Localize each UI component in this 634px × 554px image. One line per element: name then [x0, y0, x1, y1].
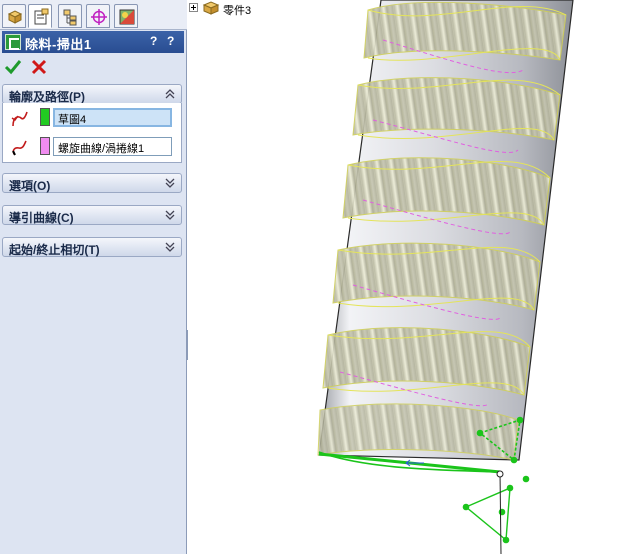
crosshair-icon — [91, 9, 107, 25]
feature-title-bar: 除料-掃出1 ? ? — [2, 31, 184, 53]
profile-path-body: 草圖4 螺旋曲線/渦捲線1 — [2, 103, 182, 163]
group-options-label: 選項(O) — [9, 179, 51, 193]
axis-line — [499, 471, 502, 554]
display-manager-tab[interactable] — [114, 4, 138, 28]
chevron-up-icon[interactable] — [164, 87, 176, 101]
group-profile-path[interactable]: 輪廓及路徑(P) — [2, 84, 182, 104]
manager-tabs — [0, 0, 187, 30]
page-title: 除料-掃出1 — [25, 37, 92, 52]
cut-sweep-icon — [5, 34, 21, 50]
tree-expand-icon[interactable] — [189, 3, 198, 12]
profile-color-swatch — [40, 108, 50, 126]
part-icon — [202, 1, 220, 15]
help-button[interactable]: ? — [150, 34, 157, 48]
chevron-down-icon[interactable] — [164, 208, 176, 222]
model-view[interactable] — [188, 0, 634, 554]
configuration-icon — [63, 9, 77, 26]
group-tangency[interactable]: 起始/終止相切(T) — [2, 237, 182, 257]
ok-check-icon[interactable] — [4, 58, 22, 76]
path-selection-field[interactable]: 螺旋曲線/渦捲線1 — [53, 137, 172, 156]
path-icon — [12, 140, 27, 156]
property-manager-tab[interactable] — [28, 4, 52, 28]
chevron-down-icon[interactable] — [164, 176, 176, 190]
path-color-swatch — [40, 137, 50, 155]
configuration-manager-tab[interactable] — [58, 4, 82, 28]
origin-point[interactable] — [496, 470, 504, 478]
graphics-area[interactable]: 零件3 — [188, 0, 634, 554]
whats-wrong-button[interactable]: ? — [167, 34, 174, 48]
cancel-x-icon[interactable] — [30, 58, 48, 76]
profile-icon — [11, 111, 28, 127]
feature-tree-icon — [7, 10, 23, 24]
group-guide-curves-label: 導引曲線(C) — [9, 211, 74, 225]
group-tangency-label: 起始/終止相切(T) — [9, 243, 100, 257]
profile-selection-field[interactable]: 草圖4 — [53, 108, 172, 127]
feature-manager-tab[interactable] — [2, 4, 26, 28]
property-manager-panel: 除料-掃出1 ? ? 輪廓及路徑(P) 草圖4 螺旋曲線/渦捲線1 選項(O) — [0, 0, 187, 554]
group-options[interactable]: 選項(O) — [2, 173, 182, 193]
display-icon — [119, 9, 135, 25]
chevron-down-icon[interactable] — [164, 240, 176, 254]
property-sheet-icon — [34, 8, 49, 25]
dimxpert-manager-tab[interactable] — [86, 4, 110, 28]
group-guide-curves[interactable]: 導引曲線(C) — [2, 205, 182, 225]
part-name-label[interactable]: 零件3 — [223, 2, 251, 18]
